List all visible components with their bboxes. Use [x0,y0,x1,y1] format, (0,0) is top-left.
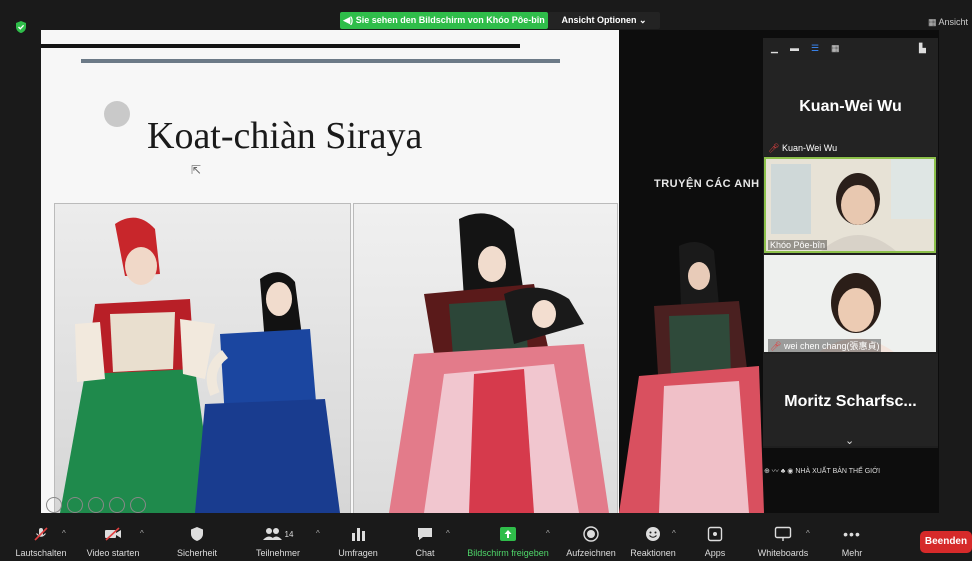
participant-label: 🎤︎ wei chen chang(張惠貞) [768,339,882,352]
participant-label: Khóo Pôe-bîn [768,240,828,250]
slide-circle-decoration [104,101,130,127]
screen-share-banner: ◀︎) Sie sehen den Bildschirm von Khóo Pô… [340,12,548,29]
reactions-label: Reaktionen [630,548,676,558]
start-video-button[interactable]: Video starten [80,520,146,561]
share-options-caret[interactable]: ^ [546,529,550,538]
chat-options-caret[interactable]: ^ [446,529,450,538]
apps-button[interactable]: Apps [694,520,736,561]
grid-icon: ▦ [928,17,937,27]
mute-options-caret[interactable]: ^ [62,529,66,538]
polls-label: Umfragen [338,548,378,558]
share-screen-icon [500,527,516,541]
more-label: Mehr [841,548,863,558]
whiteboards-label: Whiteboards [757,548,809,558]
participants-options-caret[interactable]: ^ [316,529,320,538]
record-label: Aufzeichnen [566,548,616,558]
security-label: Sicherheit [176,548,218,558]
reactions-options-caret[interactable]: ^ [672,529,676,538]
whiteboard-icon [774,526,792,541]
speaker-view-icon[interactable]: ☰ [811,43,819,54]
puppet-photo-right [353,203,618,513]
minimize-icon[interactable]: ▁ [771,43,778,54]
slide-title: Koat-chiàn Siraya [147,115,423,157]
share-screen-button[interactable]: Bildschirm freigeben [460,520,556,561]
next-icon[interactable] [67,497,83,513]
microphone-muted-icon [34,527,48,541]
chat-button[interactable]: Chat [400,520,450,561]
chat-label: Chat [415,548,435,558]
participant-count: 14 [284,529,294,539]
mic-muted-icon: 🎤︎ [768,143,782,153]
reactions-button[interactable]: Reaktionen [624,520,682,561]
record-button[interactable]: Aufzeichnen [560,520,622,561]
participant-name: Kuan-Wei Wu [799,98,902,115]
whiteboards-options-caret[interactable]: ^ [806,529,810,538]
publisher-logos: ⊕ 〰 ♣ ◉ NHÀ XUẤT BẢN THẾ GIỚI [764,466,880,476]
security-shield-icon[interactable] [14,20,28,34]
security-button[interactable]: Sicherheit [168,520,226,561]
shield-icon [191,527,203,541]
shared-slide: Koat-chiàn Siraya ⇱ [41,30,619,513]
panel-toolbar: ▁ ▬ ☰ ▦ ▙ [763,38,938,60]
publisher-name: NHÀ XUẤT BẢN THẾ GIỚI [795,468,881,475]
participant-label-text: wei chen chang(張惠貞) [783,341,880,351]
publisher-logo-icon: ⊕ 〰 ♣ ◉ [764,468,796,475]
slide-rule-dark [41,44,520,48]
reactions-icon [646,527,660,541]
participants-icon [262,528,282,540]
participant-tile-active-speaker[interactable] [764,157,936,253]
puppet-photo-left [54,203,351,513]
video-off-icon [105,527,121,541]
pop-out-icon[interactable]: ▙ [919,43,926,54]
chevron-down-icon: ⌄ [638,15,647,25]
whiteboards-button[interactable]: Whiteboards [748,520,818,561]
polls-icon [352,528,365,541]
end-meeting-button[interactable]: Beenden [920,531,972,553]
participants-label: Teilnehmer [255,548,301,558]
chevron-down-icon[interactable]: ⌄ [845,434,854,447]
more-button[interactable]: ••• Mehr [828,520,876,561]
pen-icon[interactable] [88,497,104,513]
meeting-toolbar: Lautschalten ^ Video starten ^ Sicherhei… [0,520,972,561]
zoom-icon[interactable] [109,497,125,513]
book-cover-art [619,236,764,513]
previous-icon[interactable] [46,497,62,513]
polls-button[interactable]: Umfragen [330,520,386,561]
apps-icon [707,526,723,542]
view-options-button[interactable]: Ansicht Optionen ⌄ [548,12,660,29]
mouse-cursor-icon: ⇱ [191,163,202,177]
view-button[interactable]: ▦ Ansicht [928,17,968,28]
participant-tile[interactable] [764,255,936,352]
view-button-label: Ansicht [938,17,969,27]
gallery-view-icon[interactable]: ▦ [831,43,840,54]
participant-name: Moritz Scharfsc... [784,393,917,410]
start-video-label: Video starten [86,548,140,558]
mute-button[interactable]: Lautschalten [8,520,74,561]
participant-label: 🎤︎ Kuan-Wei Wu [768,143,837,154]
slide-rule-slate [81,59,560,63]
slide-controls [46,497,151,513]
participant-label-text: Kuan-Wei Wu [781,143,838,153]
hide-video-icon[interactable]: ▬ [790,43,799,53]
view-options-label: Ansicht Optionen [561,15,637,25]
more-icon: ••• [843,526,861,542]
apps-label: Apps [704,548,726,558]
mute-label: Lautschalten [15,548,67,558]
share-banner-text: Sie sehen den Bildschirm von Khóo Pôe-bî… [355,15,545,25]
chat-icon [418,528,432,540]
record-icon [583,526,599,542]
share-screen-label: Bildschirm freigeben [467,548,549,558]
mic-muted-icon: 🎤︎ [770,341,784,351]
speaker-icon: ◀︎) [343,15,356,25]
video-options-caret[interactable]: ^ [140,529,144,538]
participants-button[interactable]: 14 Teilnehmer [248,520,308,561]
options-icon[interactable] [130,497,146,513]
